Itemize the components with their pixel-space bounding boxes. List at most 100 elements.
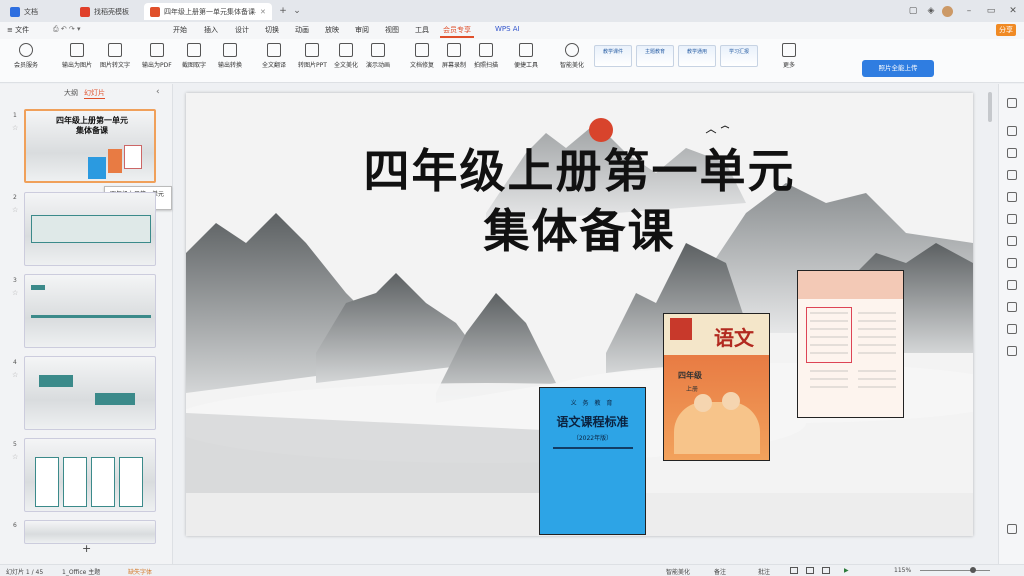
tab-template[interactable]: 找稻壳模板 bbox=[74, 3, 135, 20]
screenshot-button[interactable]: 截图取字 bbox=[182, 43, 206, 69]
right-sidebar bbox=[998, 84, 1024, 564]
translate-button[interactable]: 全文翻译 bbox=[262, 43, 286, 69]
reading-view-icon[interactable] bbox=[822, 567, 830, 574]
slide-number: 4 bbox=[13, 359, 17, 366]
book-contents-page[interactable] bbox=[797, 270, 904, 418]
add-slide-button[interactable]: + bbox=[82, 542, 91, 555]
button-label: 智能美化 bbox=[560, 62, 585, 69]
demo-animation-button[interactable]: 演示动画 bbox=[366, 43, 390, 69]
comment-button[interactable]: 批注 bbox=[758, 567, 770, 576]
book-chinese-textbook[interactable]: 语文 四年级 上册 bbox=[663, 313, 770, 461]
book-term: 上册 bbox=[686, 386, 699, 393]
wps-ai-button[interactable]: WPS AI bbox=[492, 24, 523, 34]
doc-repair-button[interactable]: 文档修复 bbox=[410, 43, 434, 69]
scan-button[interactable]: 拍照扫描 bbox=[474, 43, 498, 69]
slide-thumb-6[interactable] bbox=[24, 520, 156, 544]
slide-thumb-5[interactable] bbox=[24, 438, 156, 512]
zoom-slider[interactable] bbox=[920, 570, 990, 571]
design-icon[interactable] bbox=[1007, 126, 1017, 136]
slide-thumb-3[interactable] bbox=[24, 274, 156, 348]
slide-thumb-1[interactable]: 四年级上册第一单元 集体备课 bbox=[24, 109, 156, 183]
chevron-down-icon[interactable]: ⌄ bbox=[290, 4, 304, 18]
comment-icon[interactable] bbox=[1007, 280, 1017, 290]
tab-presentation[interactable]: 四年级上册第一单元集体备课—— ✕ bbox=[144, 3, 272, 20]
slide-title-line1[interactable]: 四年级上册第一单元 bbox=[186, 135, 973, 201]
menu-insert[interactable]: 插入 bbox=[201, 24, 221, 36]
share-button[interactable]: 分享 bbox=[996, 24, 1016, 36]
button-label: 全文翻译 bbox=[262, 62, 287, 69]
property-icon[interactable] bbox=[1007, 98, 1017, 108]
location-icon[interactable] bbox=[1007, 324, 1017, 334]
layout-icon[interactable]: ▢ bbox=[906, 4, 920, 18]
export-pdf-button[interactable]: 输出为PDF bbox=[142, 43, 172, 69]
member-service-button[interactable]: 会员服务 bbox=[14, 43, 38, 69]
new-tab-button[interactable]: + bbox=[276, 4, 290, 18]
menu-design[interactable]: 设计 bbox=[232, 24, 252, 36]
to-image-ppt-button[interactable]: 转图片PPT bbox=[298, 43, 327, 69]
sync-icon[interactable] bbox=[1007, 346, 1017, 356]
chart-icon[interactable] bbox=[1007, 236, 1017, 246]
menu-tools[interactable]: 工具 bbox=[412, 24, 432, 36]
book-curriculum-standard[interactable]: 义 务 教 育 语文课程标准 （2022年版） bbox=[539, 387, 646, 535]
image-icon[interactable] bbox=[1007, 258, 1017, 268]
ribbon: 会员服务 输出为图片 图片转文字 输出为PDF 截图取字 输出转换 全文翻译 转… bbox=[0, 39, 1024, 83]
help-icon[interactable] bbox=[1007, 302, 1017, 312]
thumb-book bbox=[108, 149, 122, 173]
grid-view-icon[interactable] bbox=[806, 567, 814, 574]
maximize-icon[interactable]: ▭ bbox=[984, 4, 998, 18]
collapse-icon[interactable]: ‹ bbox=[156, 87, 160, 97]
slide-thumb-2[interactable] bbox=[24, 192, 156, 266]
zoom-slider-thumb[interactable] bbox=[970, 567, 976, 573]
zoom-level[interactable]: 115% bbox=[894, 567, 911, 574]
button-label: 文档修复 bbox=[410, 62, 435, 69]
ppt-icon bbox=[150, 6, 160, 17]
star-icon: ☆ bbox=[12, 371, 19, 379]
vertical-scrollbar[interactable] bbox=[988, 92, 992, 122]
smart-beautify-button[interactable]: 智能美化 bbox=[560, 43, 584, 69]
slide-title-line2[interactable]: 集体备课 bbox=[186, 195, 973, 261]
slide-canvas[interactable]: 四年级上册第一单元 集体备课 义 务 教 育 语文课程标准 （2022年版） 语… bbox=[186, 93, 973, 536]
button-label: 输出转换 bbox=[218, 62, 243, 69]
avatar[interactable] bbox=[942, 6, 953, 17]
quick-tools-button[interactable]: 便捷工具 bbox=[514, 43, 538, 69]
upload-photo-button[interactable]: 照片全能上传 bbox=[862, 60, 934, 77]
convert-button[interactable]: 输出转换 bbox=[218, 43, 242, 69]
template-thumb[interactable]: 教学课件 bbox=[594, 45, 632, 67]
menu-transition[interactable]: 切换 bbox=[262, 24, 282, 36]
menu-review[interactable]: 审阅 bbox=[352, 24, 372, 36]
template-thumb[interactable]: 学习汇报 bbox=[720, 45, 758, 67]
menu-slideshow[interactable]: 放映 bbox=[322, 24, 342, 36]
beautify-all-button[interactable]: 全文美化 bbox=[334, 43, 358, 69]
menu-member[interactable]: 会员专享 bbox=[440, 24, 474, 38]
close-window-icon[interactable]: ✕ bbox=[1006, 4, 1020, 18]
export-image-button[interactable]: 输出为图片 bbox=[62, 43, 92, 69]
tab-outline[interactable]: 大纲 bbox=[64, 88, 78, 98]
toolbar-quick-icons[interactable]: ⎙ ↶ ↷ ▾ bbox=[50, 24, 84, 35]
template-thumb[interactable]: 教学通用 bbox=[678, 45, 716, 67]
play-icon[interactable]: ▶ bbox=[844, 567, 849, 574]
animation-icon[interactable] bbox=[1007, 148, 1017, 158]
minimize-icon[interactable]: – bbox=[962, 4, 976, 18]
tab-docs[interactable]: 文档 bbox=[4, 3, 44, 20]
screen-record-button[interactable]: 屏幕录制 bbox=[442, 43, 466, 69]
edit-icon[interactable] bbox=[1007, 170, 1017, 180]
menu-animation[interactable]: 动画 bbox=[292, 24, 312, 36]
notes-button[interactable]: 备注 bbox=[714, 567, 726, 576]
slide-number: 6 bbox=[13, 522, 17, 529]
smart-beautify-status[interactable]: 智能美化 bbox=[666, 567, 690, 576]
slide-thumb-4[interactable] bbox=[24, 356, 156, 430]
menu-view[interactable]: 视图 bbox=[382, 24, 402, 36]
transition-icon[interactable] bbox=[1007, 192, 1017, 202]
image-to-text-button[interactable]: 图片转文字 bbox=[100, 43, 130, 69]
template-thumb[interactable]: 主题教育 bbox=[636, 45, 674, 67]
tab-slides[interactable]: 幻灯片 bbox=[84, 88, 105, 99]
more-button[interactable]: 更多 bbox=[782, 43, 796, 69]
file-menu[interactable]: ≡ 文件 bbox=[4, 24, 32, 36]
menu-start[interactable]: 开始 bbox=[170, 24, 190, 36]
normal-view-icon[interactable] bbox=[790, 567, 798, 574]
skin-icon[interactable]: ◈ bbox=[924, 4, 938, 18]
settings-icon[interactable] bbox=[1007, 524, 1017, 534]
close-icon[interactable]: ✕ bbox=[260, 8, 266, 16]
missing-font-button[interactable]: 缺失字体 bbox=[128, 567, 152, 576]
table-icon[interactable] bbox=[1007, 214, 1017, 224]
